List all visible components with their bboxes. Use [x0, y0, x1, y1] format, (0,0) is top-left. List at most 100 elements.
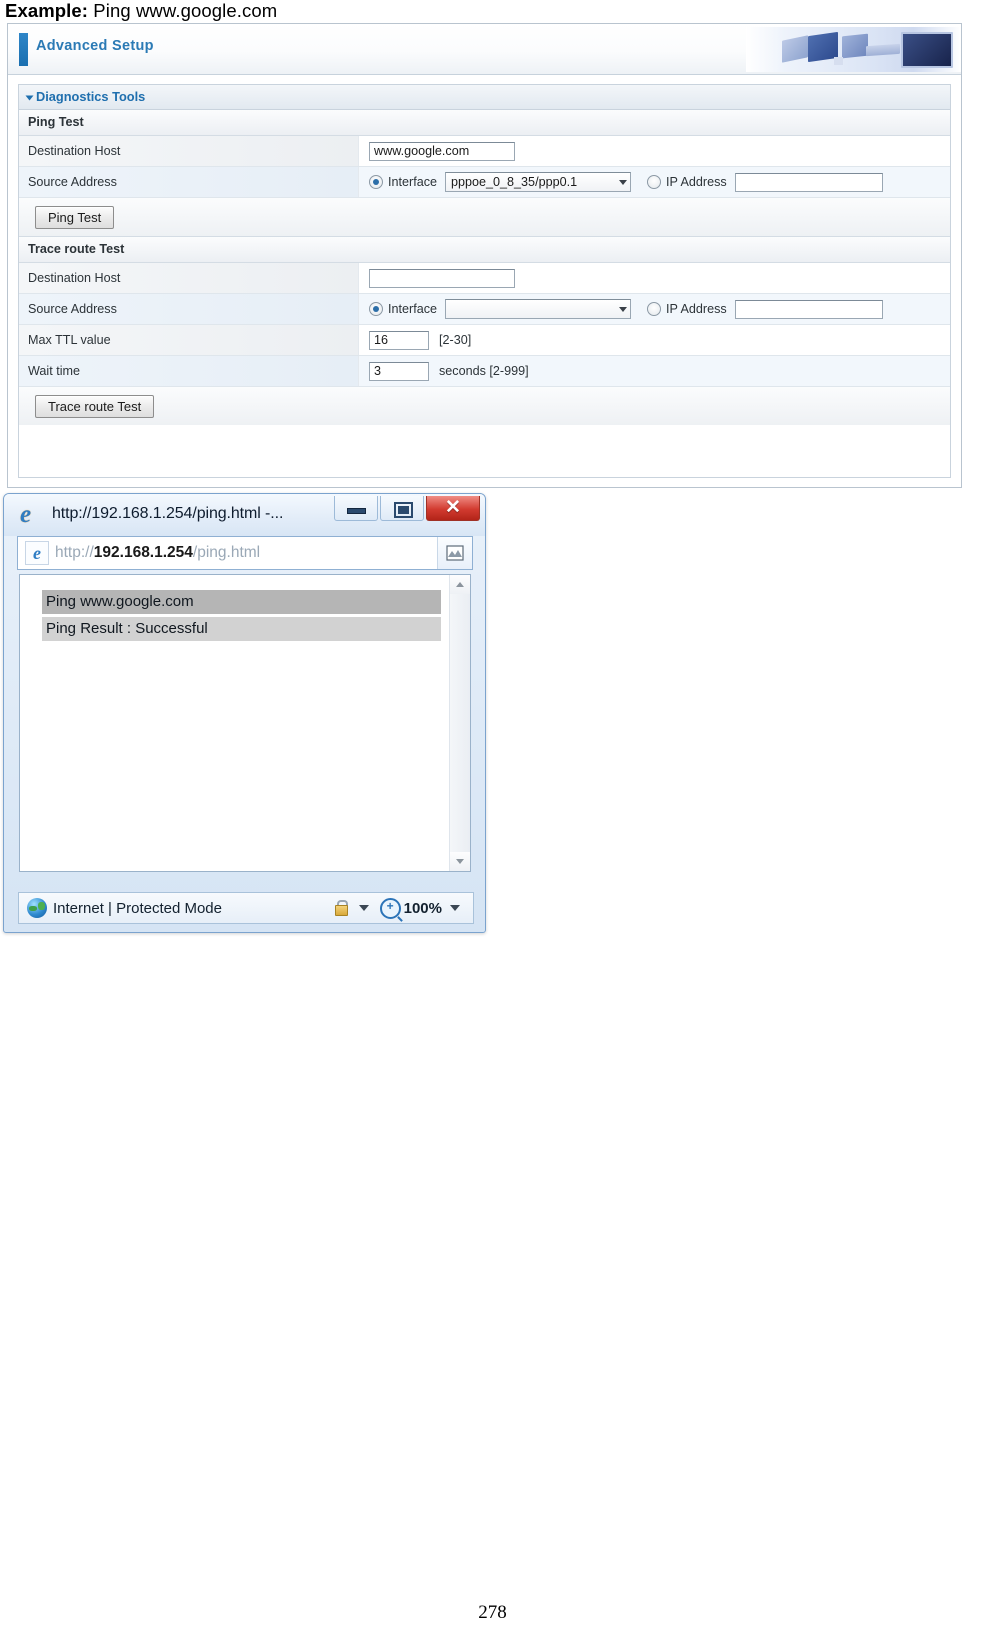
vertical-scrollbar[interactable] [449, 575, 470, 871]
ping-ip-address-radio-label: IP Address [666, 175, 727, 189]
row-ping-destination-host: Destination Host [19, 136, 950, 167]
minimize-button[interactable] [334, 496, 378, 521]
minimize-icon [347, 508, 366, 514]
compatibility-view-button[interactable] [437, 537, 472, 569]
zoom-magnifier-icon[interactable]: + [379, 897, 401, 919]
trace-route-test-button[interactable]: Trace route Test [35, 394, 155, 418]
row-trace-destination-host: Destination Host [19, 263, 950, 294]
window-controls: ✕ [332, 496, 480, 521]
ping-interface-select-value: pppoe_0_8_35/ppp0.1 [451, 175, 578, 189]
zoom-plus-glyph: + [386, 898, 394, 913]
chevron-down-icon [619, 179, 628, 185]
trace-interface-radio[interactable] [369, 302, 383, 316]
url-host: 192.168.1.254 [93, 544, 193, 561]
url-scheme: http:// [55, 544, 94, 561]
trace-ip-address-radio-label: IP Address [666, 302, 727, 316]
protected-mode-lock-icon [330, 899, 351, 917]
wait-time-range-hint: seconds [2-999] [439, 364, 529, 378]
field-wait-time: seconds [2-999] [359, 356, 950, 386]
row-ping-source-address: Source Address Interface pppoe_0_8_35/pp… [19, 167, 950, 198]
banner-monitor [901, 32, 953, 68]
banner-stand [834, 57, 843, 65]
field-max-ttl-value: [2-30] [359, 325, 950, 355]
row-trace-source-address: Source Address Interface IP Address [19, 294, 950, 325]
trace-interface-select[interactable] [445, 299, 632, 319]
field-trace-destination-host [359, 263, 950, 293]
section-header-diagnostics-tools[interactable]: Diagnostics Tools [19, 85, 950, 110]
ping-ip-address-radio[interactable] [647, 175, 662, 189]
banner-laptop-1 [782, 35, 808, 63]
banner-desk [866, 43, 900, 57]
browser-window-title: http://192.168.1.254/ping.html -... [52, 505, 284, 522]
chevron-up-icon [456, 582, 464, 587]
zoom-dropdown-caret-icon[interactable] [450, 905, 460, 911]
banner-laptop-3 [842, 33, 868, 59]
max-ttl-range-hint: [2-30] [439, 333, 472, 347]
page-title: Advanced Setup [36, 38, 154, 54]
internet-zone-globe-icon [27, 898, 47, 918]
trace-ip-address-input[interactable] [734, 299, 883, 319]
close-icon: ✕ [445, 497, 461, 518]
row-wait-time: Wait time seconds [2-999] [19, 356, 950, 387]
zoom-level-label: 100% [403, 899, 442, 917]
label-trace-destination-host: Destination Host [19, 263, 359, 293]
ping-destination-host-input[interactable] [369, 141, 515, 161]
ping-interface-select[interactable]: pppoe_0_8_35/ppp0.1 [445, 172, 632, 192]
url-path: /ping.html [192, 544, 261, 561]
broken-page-icon [446, 545, 464, 561]
ping-ip-address-input[interactable] [734, 172, 883, 192]
router-content-area: Diagnostics Tools Ping Test Destination … [18, 84, 951, 478]
ping-interface-radio[interactable] [369, 175, 383, 189]
page-favicon-icon: e [25, 541, 49, 565]
header-banner-image [746, 27, 961, 72]
browser-status-bar: Internet | Protected Mode + 100% [18, 892, 474, 924]
wait-time-input[interactable] [369, 361, 429, 381]
chevron-down-icon [619, 306, 628, 312]
chevron-down-icon [456, 859, 464, 864]
label-wait-time: Wait time [19, 356, 359, 386]
router-header: Advanced Setup [8, 24, 961, 75]
address-bar-url: http://192.168.1.254/ping.html [55, 544, 437, 562]
trace-ip-address-radio[interactable] [647, 302, 662, 316]
address-bar[interactable]: e http://192.168.1.254/ping.html [17, 536, 473, 570]
browser-content-area: Ping www.google.com Ping Result : Succes… [19, 574, 471, 872]
trace-interface-radio-label: Interface [388, 302, 438, 316]
browser-popup-window: e http://192.168.1.254/ping.html -... ✕ … [3, 493, 486, 933]
maximize-icon [394, 502, 413, 518]
collapse-triangle-icon[interactable] [25, 95, 34, 101]
browser-title-bar[interactable]: e http://192.168.1.254/ping.html -... ✕ [4, 494, 485, 536]
ping-command-line: Ping www.google.com [42, 590, 441, 614]
label-ping-source-address: Source Address [19, 167, 359, 197]
close-button[interactable]: ✕ [426, 496, 480, 521]
section-header-label: Diagnostics Tools [36, 89, 146, 104]
lock-body [334, 905, 348, 916]
max-ttl-input[interactable] [369, 330, 429, 350]
router-admin-panel: Advanced Setup Diagnostics Tools Ping Te… [7, 23, 962, 488]
trace-destination-host-input[interactable] [369, 268, 515, 288]
row-trace-route-test-button: Trace route Test [19, 387, 950, 425]
ping-result-page: Ping www.google.com Ping Result : Succes… [20, 575, 449, 871]
header-accent-bar [19, 33, 28, 66]
maximize-button[interactable] [380, 496, 424, 521]
page-caption: Example: Ping www.google.com [5, 0, 277, 22]
internet-explorer-icon: e [20, 501, 32, 528]
subsection-header-trace-route-test: Trace route Test [19, 237, 950, 263]
caption-rest: Ping www.google.com [88, 0, 278, 21]
field-trace-source-address: Interface IP Address [359, 294, 950, 324]
caption-bold: Example: [5, 0, 89, 21]
ping-result-line: Ping Result : Successful [42, 617, 441, 641]
ping-test-button[interactable]: Ping Test [35, 205, 115, 229]
security-zone-label: Internet | Protected Mode [53, 899, 222, 917]
row-max-ttl-value: Max TTL value [2-30] [19, 325, 950, 356]
security-dropdown-caret-icon[interactable] [358, 905, 369, 911]
subsection-header-ping-test: Ping Test [19, 110, 950, 136]
label-trace-source-address: Source Address [19, 294, 359, 324]
field-ping-destination-host [359, 136, 950, 166]
scroll-down-button[interactable] [450, 852, 470, 871]
scroll-up-button[interactable] [450, 575, 470, 594]
label-ping-destination-host: Destination Host [19, 136, 359, 166]
label-max-ttl-value: Max TTL value [19, 325, 359, 355]
page-number: 278 [478, 1602, 507, 1623]
row-ping-test-button: Ping Test [19, 198, 950, 237]
field-ping-source-address: Interface pppoe_0_8_35/ppp0.1 IP Address [359, 167, 950, 197]
